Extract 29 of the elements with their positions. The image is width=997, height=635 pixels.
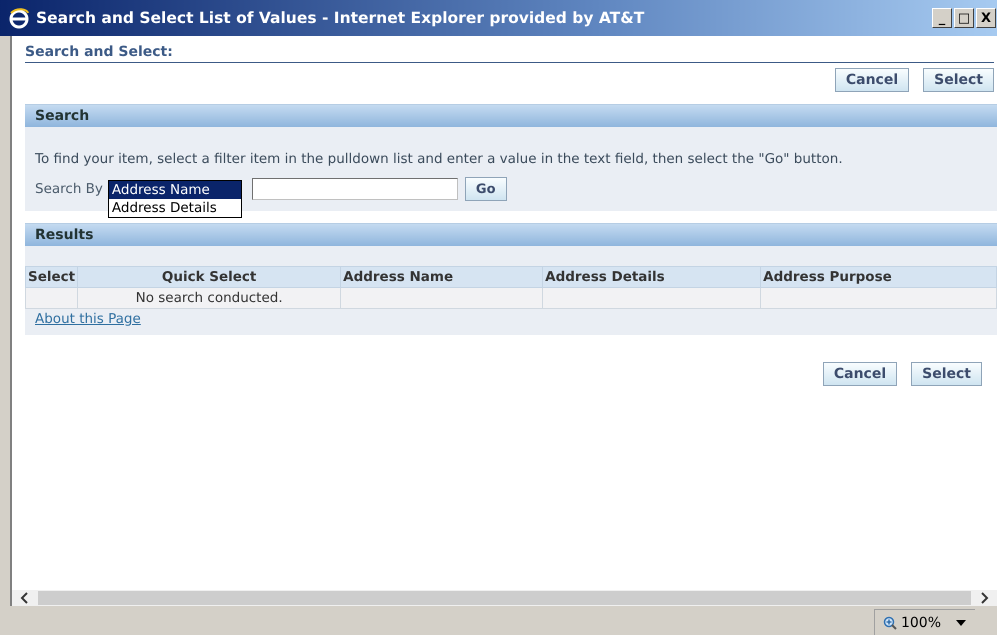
page-title: Search and Select: [25,44,994,63]
cancel-button[interactable]: Cancel [834,68,910,92]
column-header: Address Name [340,266,543,288]
window-title: Search and Select List of Values - Internet Explorer provided by AT&T [36,9,646,27]
about-page-link[interactable]: About this Page [35,311,141,327]
select-button[interactable]: Select [923,68,994,92]
instructions-text: To find your item, select a filter item in the pulldown list and enter a value in the text field, then select the "Go" button. [34,150,844,167]
search-field[interactable] [252,178,458,200]
window-control-button[interactable]: _ [932,8,952,28]
search-by-label: Search By [35,181,103,197]
window-control-button[interactable]: X [976,8,996,28]
scrollbar-thumb[interactable] [38,591,971,605]
column-header: Select [26,266,78,288]
caret-icon [955,618,967,626]
column-header: Address Details [542,266,761,288]
search-section-header: Search [25,104,997,127]
select-button[interactable]: Select [911,362,982,386]
dropdown-option[interactable]: Address Name [108,181,241,199]
empty-message: No search conducted. [78,288,341,308]
window-control-button[interactable]: □ [954,8,974,28]
results-section-header: Results [25,223,997,246]
column-header: Quick Select [78,266,341,288]
go-button[interactable]: Go [464,177,507,201]
dropdown-option[interactable]: Address Details [108,199,241,217]
column-header: Address Purpose [760,266,996,288]
cancel-button[interactable]: Cancel [822,362,898,386]
zoom-icon [882,616,897,630]
zoom-control[interactable]: 100% [874,609,975,635]
browser-logo-icon [8,7,30,29]
